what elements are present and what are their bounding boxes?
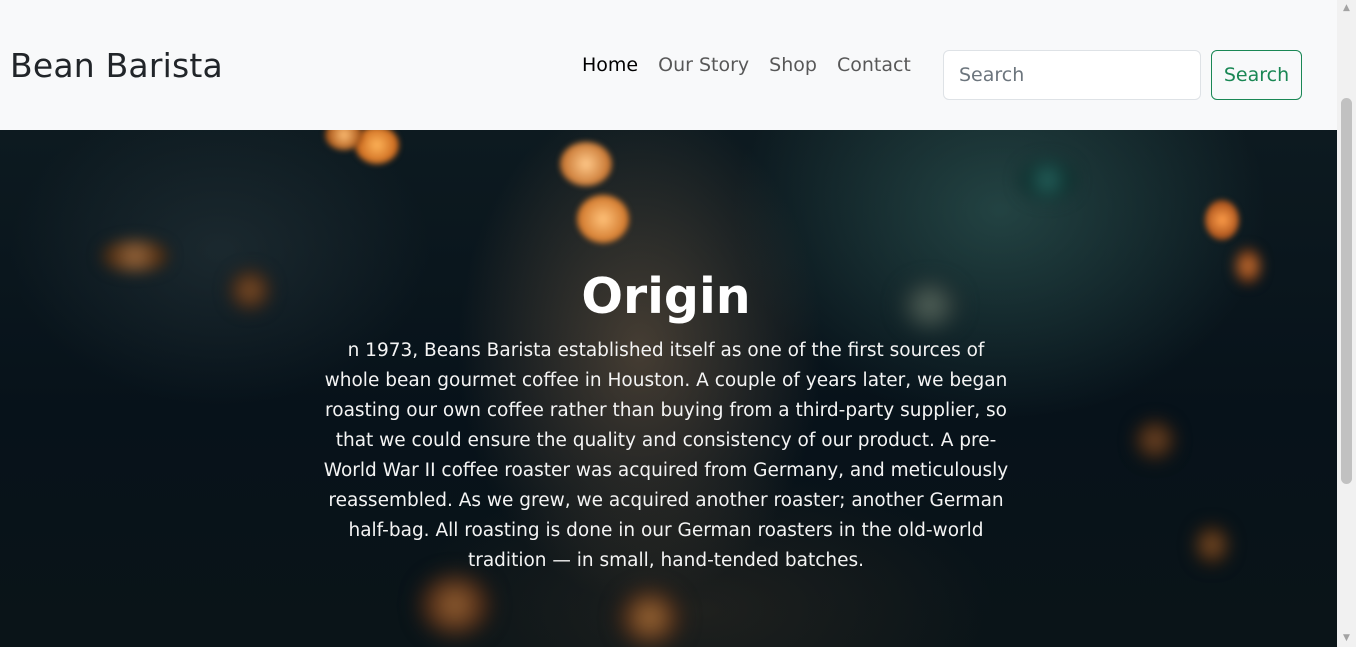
search-input[interactable] bbox=[943, 50, 1201, 100]
hero-paragraph: n 1973, Beans Barista established itself… bbox=[323, 340, 1009, 571]
brand-logo-text[interactable]: Bean Barista bbox=[10, 46, 223, 85]
nav-link-home[interactable]: Home bbox=[572, 54, 648, 76]
scroll-down-arrow-icon[interactable]: ▼ bbox=[1337, 630, 1356, 647]
scrollbar-thumb[interactable] bbox=[1341, 98, 1352, 484]
navbar: Bean Barista Home Our Story Shop Contact… bbox=[0, 0, 1337, 130]
page: Bean Barista Home Our Story Shop Contact… bbox=[0, 0, 1337, 647]
nav-links: Home Our Story Shop Contact bbox=[572, 54, 921, 76]
nav-link-shop[interactable]: Shop bbox=[759, 54, 827, 76]
nav-link-our-story[interactable]: Our Story bbox=[648, 54, 759, 76]
vertical-scrollbar[interactable]: ▲ ▼ bbox=[1337, 0, 1356, 647]
hero-section: Origin n 1973, Beans Barista established… bbox=[0, 130, 1337, 647]
nav-link-contact[interactable]: Contact bbox=[827, 54, 921, 76]
search-button[interactable]: Search bbox=[1211, 50, 1302, 100]
hero-content: Origin n 1973, Beans Barista established… bbox=[0, 130, 1337, 647]
hero-title: Origin bbox=[581, 268, 751, 325]
scroll-up-arrow-icon[interactable]: ▲ bbox=[1337, 0, 1356, 17]
